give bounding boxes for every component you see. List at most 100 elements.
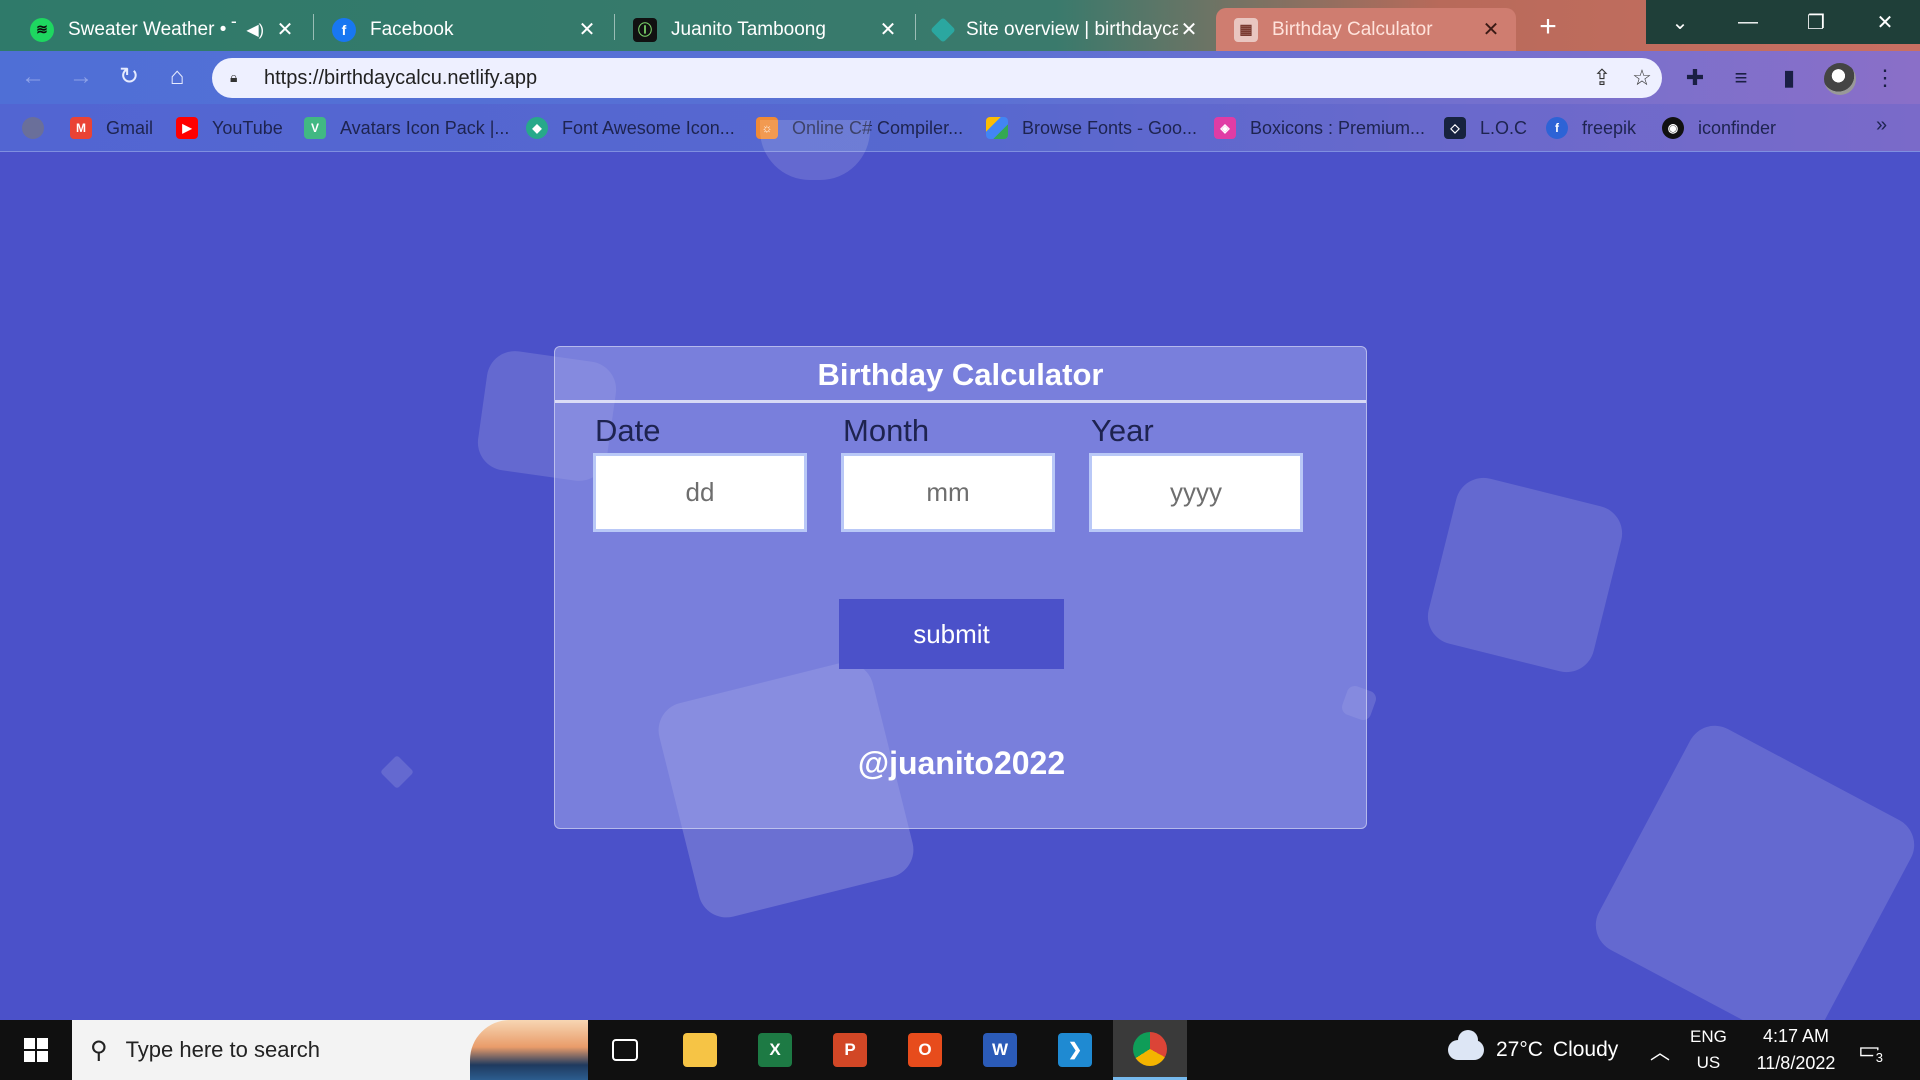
excel-button[interactable]: X bbox=[738, 1020, 812, 1080]
home-button[interactable]: ⌂ bbox=[162, 63, 192, 93]
month-input[interactable] bbox=[841, 453, 1055, 532]
tab-title: Juanito Tamboong bbox=[671, 18, 826, 40]
vscode-button[interactable]: ❯ bbox=[1038, 1020, 1112, 1080]
close-window-button[interactable]: ✕ bbox=[1850, 0, 1920, 44]
bookmark-loc[interactable]: ◇ L.O.C bbox=[1444, 115, 1527, 141]
bookmark-iconfinder[interactable]: ◉ iconfinder bbox=[1662, 115, 1776, 141]
show-hidden-icons[interactable]: ︿ bbox=[1650, 1020, 1670, 1080]
site-icon: Ⓘ bbox=[633, 17, 657, 42]
more-bookmarks-icon[interactable]: » bbox=[1876, 114, 1887, 137]
forward-button[interactable]: → bbox=[66, 63, 96, 93]
new-tab-button[interactable]: + bbox=[1530, 10, 1566, 46]
tab-spotify[interactable]: ≋ Sweater Weather • Th ◀) ✕ bbox=[12, 8, 310, 51]
youtube-icon: ▶ bbox=[176, 117, 198, 139]
close-icon[interactable]: ✕ bbox=[877, 17, 899, 42]
language-indicator[interactable]: ENG US bbox=[1690, 1020, 1727, 1080]
decorative-shape bbox=[760, 120, 870, 180]
bookmark-youtube[interactable]: ▶ YouTube bbox=[176, 115, 283, 141]
audio-icon[interactable]: ◀) bbox=[246, 20, 264, 40]
notifications-button[interactable]: ▭ 3 bbox=[1858, 1020, 1886, 1080]
tab-search-button[interactable]: ⌄ bbox=[1646, 0, 1714, 44]
year-label: Year bbox=[1091, 413, 1154, 448]
file-explorer-button[interactable] bbox=[663, 1020, 737, 1080]
bookmark-label: Boxicons : Premium... bbox=[1250, 117, 1426, 138]
task-view-button[interactable] bbox=[588, 1020, 662, 1080]
office-button[interactable]: O bbox=[888, 1020, 962, 1080]
birthday-calculator-card: Birthday Calculator Date Month Year subm… bbox=[554, 346, 1367, 829]
tab-birthday-calculator[interactable]: ▦ Birthday Calculator ✕ bbox=[1216, 8, 1516, 51]
footer-handle: @juanito2022 bbox=[857, 745, 1066, 781]
tab-title: Site overview | birthdayca bbox=[966, 18, 1178, 40]
month-field: Month bbox=[841, 413, 1055, 532]
chrome-icon bbox=[1133, 1031, 1167, 1066]
chevron-up-icon: ︿ bbox=[1650, 1041, 1670, 1064]
chrome-button[interactable] bbox=[1113, 1020, 1187, 1080]
month-label: Month bbox=[843, 413, 930, 448]
tab-juanito[interactable]: Ⓘ Juanito Tamboong ✕ bbox=[615, 8, 913, 51]
bookmark-freepik[interactable]: f freepik bbox=[1546, 115, 1636, 141]
menu-icon[interactable]: ⋮ bbox=[1870, 65, 1900, 93]
bookmark-label: Avatars Icon Pack |... bbox=[340, 117, 510, 138]
submit-button[interactable]: submit bbox=[839, 599, 1064, 669]
browser-toolbar: ← → ↻ ⌂ 🔒︎ https://birthdaycalcu.netlify… bbox=[0, 51, 1920, 104]
date-input[interactable] bbox=[593, 453, 807, 532]
bookmark-font-awesome[interactable]: ◆ Font Awesome Icon... bbox=[526, 115, 735, 141]
tab-facebook[interactable]: f Facebook ✕ bbox=[314, 8, 612, 51]
minimize-button[interactable]: — bbox=[1714, 0, 1782, 44]
bookmark-google-fonts[interactable]: Browse Fonts - Goo... bbox=[986, 115, 1197, 141]
back-button[interactable]: ← bbox=[18, 63, 48, 93]
search-icon: ⚲ bbox=[90, 1036, 108, 1064]
vue-icon: V bbox=[304, 117, 326, 139]
bookmarks-bar: M Gmail ▶ YouTube V Avatars Icon Pack |.… bbox=[0, 104, 1920, 152]
extensions-icon[interactable]: ✚ bbox=[1680, 65, 1710, 93]
side-panel-icon[interactable]: ▮ bbox=[1774, 65, 1804, 93]
search-placeholder: Type here to search bbox=[125, 1037, 321, 1062]
bookmark-gmail[interactable]: M Gmail bbox=[70, 115, 153, 141]
spotify-icon: ≋ bbox=[30, 17, 54, 42]
apps-icon[interactable] bbox=[22, 115, 58, 141]
word-icon: W bbox=[983, 1033, 1017, 1067]
bookmark-boxicons[interactable]: ◈ Boxicons : Premium... bbox=[1214, 115, 1425, 141]
close-icon[interactable]: ✕ bbox=[576, 17, 598, 42]
font-awesome-icon: ◆ bbox=[526, 117, 548, 139]
bookmark-avatars-icon-pack[interactable]: V Avatars Icon Pack |... bbox=[304, 115, 509, 141]
tab-title: Birthday Calculator bbox=[1272, 18, 1433, 40]
tab-title: Sweater Weather • Th bbox=[68, 18, 237, 40]
folder-icon bbox=[683, 1033, 717, 1067]
excel-icon: X bbox=[758, 1033, 792, 1067]
taskbar: ⚲ Type here to search X P O W ❯ 27°C Clo… bbox=[0, 1020, 1920, 1080]
media-control-icon[interactable]: ≡ bbox=[1726, 65, 1756, 93]
close-icon[interactable]: ✕ bbox=[1178, 17, 1200, 42]
start-button[interactable] bbox=[0, 1020, 72, 1080]
close-icon[interactable]: ✕ bbox=[1480, 17, 1502, 42]
bookmark-label: freepik bbox=[1582, 117, 1637, 138]
address-bar[interactable]: 🔒︎ https://birthdaycalcu.netlify.app ⇪ ☆ bbox=[212, 58, 1662, 98]
year-input[interactable] bbox=[1089, 453, 1303, 532]
region-code: US bbox=[1696, 1053, 1721, 1072]
url-text[interactable]: https://birthdaycalcu.netlify.app bbox=[264, 67, 1582, 90]
lock-icon[interactable]: 🔒︎ bbox=[230, 69, 248, 87]
vscode-icon: ❯ bbox=[1058, 1033, 1092, 1067]
decorative-shape bbox=[1421, 471, 1629, 679]
tab-site-overview[interactable]: Site overview | birthdayca ✕ bbox=[916, 8, 1214, 51]
weather-condition: Cloudy bbox=[1552, 1038, 1619, 1061]
gmail-icon: M bbox=[70, 117, 92, 139]
weather-widget[interactable]: 27°C Cloudy bbox=[1448, 1020, 1618, 1080]
reload-button[interactable]: ↻ bbox=[114, 63, 144, 93]
bookmark-star-icon[interactable]: ☆ bbox=[1622, 65, 1662, 91]
restore-button[interactable]: ❐ bbox=[1782, 0, 1850, 44]
clock[interactable]: 4:17 AM 11/8/2022 bbox=[1746, 1020, 1846, 1080]
taskbar-search[interactable]: ⚲ Type here to search bbox=[72, 1020, 588, 1080]
bookmark-label: iconfinder bbox=[1698, 117, 1777, 138]
share-icon[interactable]: ⇪ bbox=[1582, 65, 1622, 91]
bookmark-label: YouTube bbox=[212, 117, 283, 138]
powerpoint-button[interactable]: P bbox=[813, 1020, 887, 1080]
profile-avatar[interactable] bbox=[1824, 63, 1856, 95]
close-icon[interactable]: ✕ bbox=[274, 17, 296, 42]
date-label: Date bbox=[595, 413, 661, 448]
date-field: Date bbox=[593, 413, 807, 532]
search-highlight-image bbox=[470, 1020, 588, 1080]
windows-icon bbox=[24, 1038, 48, 1062]
word-button[interactable]: W bbox=[963, 1020, 1037, 1080]
tab-strip: ≋ Sweater Weather • Th ◀) ✕ f Facebook ✕… bbox=[0, 0, 1920, 51]
